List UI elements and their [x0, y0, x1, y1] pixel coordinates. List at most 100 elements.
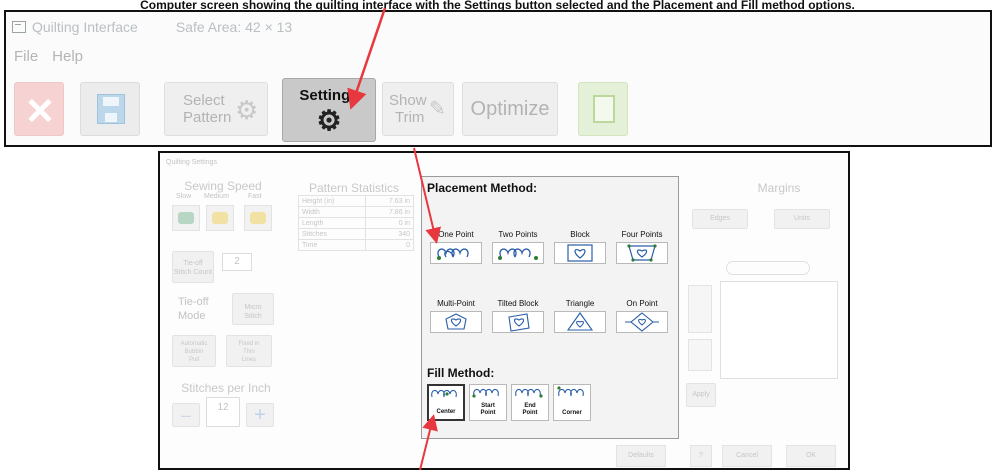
margin-bottom-control[interactable] [688, 339, 712, 371]
menu-help[interactable]: Help [52, 48, 83, 65]
bobbin-pull-line3: Pull [188, 357, 199, 363]
show-trim-button[interactable]: Show Trim ✎ [382, 82, 454, 136]
app-window: Quilting Interface Safe Area: 42 × 13 Fi… [4, 10, 992, 147]
gear-icon: ⚙ [316, 105, 342, 136]
margins-apply-button[interactable]: Apply [686, 383, 716, 407]
center-fill-icon [431, 389, 457, 398]
pattern-statistics-title: Pattern Statistics [308, 181, 400, 195]
margins-edges-button[interactable]: Edges [692, 209, 748, 229]
settings-label: Settings [299, 87, 359, 104]
bobbin-pull-button[interactable]: Automatic Bobbin Pull [172, 335, 216, 367]
tie-off-mode-label: Tie-off Mode [178, 295, 209, 323]
close-button[interactable] [14, 82, 64, 136]
margins-units-button[interactable]: Units [774, 209, 830, 229]
save-button[interactable] [80, 82, 140, 136]
thin-lines-line3: Lines [241, 357, 257, 363]
table-row: Height (in) 7.63 in [297, 195, 414, 207]
placement-label-multi-point: Multi-Point [437, 299, 475, 308]
floppy-disk-icon [97, 94, 125, 124]
placement-four-points-button[interactable] [616, 242, 668, 264]
multi-point-icon [445, 313, 467, 330]
menu-file[interactable]: File [14, 48, 38, 65]
placement-multi-point-button[interactable] [430, 311, 482, 333]
placement-on-point-button[interactable] [616, 311, 668, 333]
placement-triangle-button[interactable] [554, 311, 606, 333]
app-titlebar: Quilting Interface Safe Area: 42 × 13 [6, 12, 990, 42]
select-pattern-button[interactable]: Select Pattern ⚙ [164, 82, 268, 136]
speed-label-fast: Fast [248, 193, 262, 200]
speed-fast-button[interactable] [244, 205, 272, 231]
sewing-speed-title: Sewing Speed [184, 179, 262, 193]
app-title: Quilting Interface [32, 19, 138, 35]
window-icon [12, 21, 26, 33]
placement-label-block: Block [570, 230, 590, 239]
placement-label-two-points: Two Points [498, 230, 538, 239]
tie-off-stitch-count-button[interactable]: Tie-off Stitch Count [172, 251, 214, 283]
stitches-per-inch-title: Stitches per Inch [181, 381, 271, 395]
stat-value: 0 in [365, 217, 414, 229]
safe-area-readout: Safe Area: 42 × 13 [175, 19, 293, 35]
triangle-icon [566, 312, 594, 331]
stat-label: Stitches [297, 228, 367, 240]
tie-off-mode-line2: Mode [178, 310, 206, 322]
turtle-icon [178, 212, 194, 224]
fill-start-point-label: Start Point [470, 403, 506, 417]
fill-center-label: Center [429, 409, 463, 416]
figure-caption: Computer screen showing the quilting int… [140, 0, 855, 10]
thin-lines-line2: Thin [243, 349, 255, 355]
micro-stitch-button[interactable]: Micro Stitch [232, 293, 274, 325]
stat-value: 7.86 in [365, 206, 414, 218]
placement-method-title: Placement Method: [427, 181, 538, 195]
pencil-icon: ✎ [429, 98, 446, 120]
fill-end-line2: Point [522, 410, 538, 416]
margins-title: Margins [757, 181, 801, 195]
corner-fill-icon [557, 386, 584, 397]
table-row: Stitches 340 [297, 228, 414, 240]
stitches-per-inch-input[interactable]: 12 [206, 397, 240, 427]
bobbin-pull-line2: Bobbin [184, 349, 204, 355]
placement-label-one-point: One Point [438, 230, 474, 239]
speed-label-medium: Medium [204, 193, 229, 200]
speed-slow-button[interactable] [172, 205, 200, 231]
ok-button[interactable]: OK [786, 445, 836, 467]
fill-end-point-label: End Point [512, 403, 548, 417]
increase-button[interactable]: + [246, 403, 274, 427]
speed-label-slow: Slow [176, 193, 192, 200]
fill-end-point-button[interactable]: End Point [511, 384, 549, 421]
placement-block-button[interactable] [554, 242, 606, 264]
stat-value: 340 [365, 228, 414, 240]
end-point-fill-icon [515, 388, 543, 398]
margin-top-control[interactable] [688, 285, 712, 333]
settings-button[interactable]: Settings ⚙ [282, 78, 376, 142]
fill-start-point-button[interactable]: Start Point [469, 384, 507, 421]
on-point-icon [625, 312, 659, 332]
placement-label-tilted-block: Tilted Block [497, 299, 539, 308]
thin-lines-button[interactable]: Fixed in Thin Lines [226, 335, 272, 367]
gears-icon: ⚙ [235, 95, 259, 125]
stat-value: 7.63 in [365, 195, 414, 207]
fill-center-line2: Center [436, 409, 456, 415]
help-button[interactable]: ? [690, 445, 712, 467]
question-icon: ? [699, 452, 703, 459]
quilting-settings-dialog: Quilting Settings Sewing Speed Slow Medi… [158, 151, 850, 470]
placement-one-point-button[interactable] [430, 242, 482, 264]
fill-corner-button[interactable]: Corner [553, 384, 591, 421]
placement-label-four-points: Four Points [621, 230, 663, 239]
fill-start-line1: Start [481, 403, 495, 409]
cancel-button[interactable]: Cancel [722, 445, 772, 467]
micro-stitch-line1: Micro [244, 304, 262, 311]
hare-icon [250, 212, 266, 224]
speed-medium-button[interactable] [206, 205, 234, 231]
optimize-button[interactable]: Optimize [462, 82, 558, 136]
decrease-button[interactable]: – [172, 403, 200, 427]
table-row: Width 7.86 in [297, 206, 414, 218]
report-button[interactable] [578, 82, 628, 136]
tie-off-stitch-count-input[interactable]: 2 [222, 253, 252, 271]
placement-two-points-button[interactable] [492, 242, 544, 264]
rabbit-icon [212, 212, 228, 224]
defaults-button[interactable]: Defaults [616, 445, 666, 467]
fill-center-button[interactable]: Center [427, 384, 465, 421]
four-points-icon [627, 244, 657, 262]
placement-tilted-block-button[interactable] [492, 311, 544, 333]
placement-label-triangle: Triangle [565, 299, 595, 308]
